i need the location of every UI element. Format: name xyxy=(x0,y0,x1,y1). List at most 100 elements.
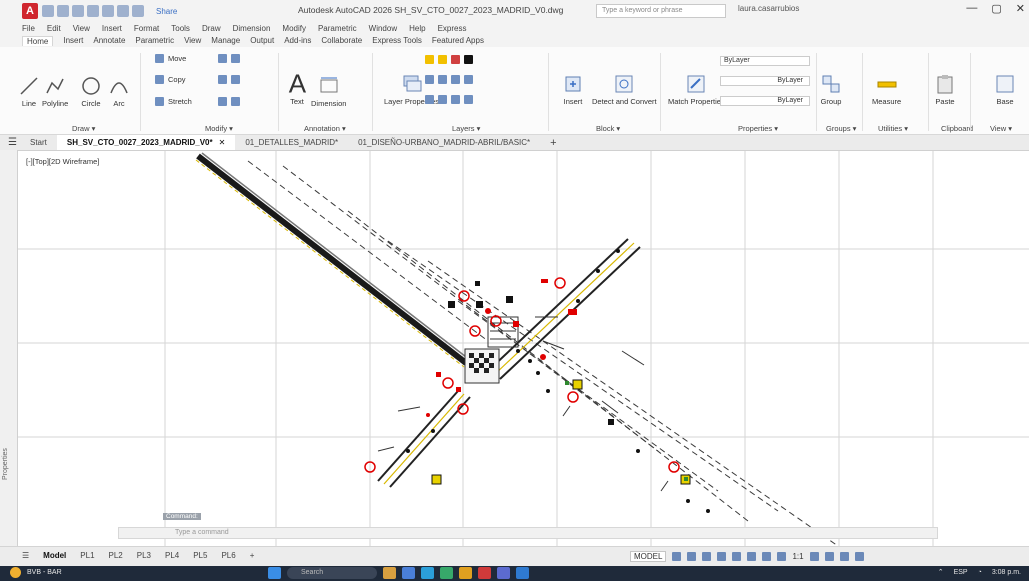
widgets-icon[interactable] xyxy=(383,567,396,579)
rotate-tool[interactable] xyxy=(218,54,240,63)
osnap-icon[interactable] xyxy=(732,552,742,561)
layout-tab-pl4[interactable]: PL4 xyxy=(165,551,179,560)
text-tool[interactable]: A Text xyxy=(284,69,310,106)
tab-collaborate[interactable]: Collaborate xyxy=(321,36,362,45)
undo-icon[interactable] xyxy=(117,5,129,17)
minimize-button[interactable]: — xyxy=(966,2,977,15)
view-panel-label[interactable]: View ▾ xyxy=(990,124,1012,133)
viewport-controls[interactable]: [-][Top][2D Wireframe] xyxy=(26,157,100,166)
command-line-input[interactable]: Type a command xyxy=(118,527,938,539)
layers-panel-label[interactable]: Layers ▾ xyxy=(452,124,480,133)
tab-annotate[interactable]: Annotate xyxy=(93,36,125,45)
outlook-icon[interactable] xyxy=(516,567,529,579)
tab-express-tools[interactable]: Express Tools xyxy=(372,36,422,45)
move-tool[interactable]: Move xyxy=(155,54,186,63)
properties-panel-label[interactable]: Properties ▾ xyxy=(738,124,778,133)
tab-parametric[interactable]: Parametric xyxy=(135,36,174,45)
snap-icon[interactable] xyxy=(687,552,697,561)
layer-tools-row-2[interactable] xyxy=(425,95,473,104)
draw-panel-label[interactable]: Draw ▾ xyxy=(72,124,95,133)
fullscreen-icon[interactable] xyxy=(839,552,849,561)
dimension-tool[interactable]: Dimension xyxy=(311,75,346,108)
block-panel-label[interactable]: Block ▾ xyxy=(596,124,620,133)
share-button[interactable]: Share xyxy=(156,7,177,16)
save-icon[interactable] xyxy=(72,5,84,17)
utilities-panel-label[interactable]: Utilities ▾ xyxy=(878,124,908,133)
menu-format[interactable]: Format xyxy=(134,24,159,33)
paste-tool[interactable]: Paste xyxy=(934,73,956,106)
clock[interactable]: 3:08 p.m. xyxy=(992,569,1021,576)
edge-icon[interactable] xyxy=(421,567,434,579)
customize-icon[interactable] xyxy=(854,552,864,561)
menu-express[interactable]: Express xyxy=(438,24,467,33)
menu-draw[interactable]: Draw xyxy=(202,24,221,33)
autocad-logo-icon[interactable]: A xyxy=(22,3,38,19)
layout-tab-pl6[interactable]: PL6 xyxy=(221,551,235,560)
measure-tool[interactable]: Measure xyxy=(872,73,901,106)
scale-tool[interactable] xyxy=(218,97,240,106)
taskbar-search[interactable]: Search xyxy=(287,567,377,579)
close-button[interactable]: ✕ xyxy=(1016,2,1025,15)
autocad-taskbar-icon[interactable] xyxy=(478,567,491,579)
stretch-tool[interactable]: Stretch xyxy=(155,97,192,106)
ortho-icon[interactable] xyxy=(702,552,712,561)
menu-modify[interactable]: Modify xyxy=(282,24,306,33)
menu-view[interactable]: View xyxy=(73,24,90,33)
match-properties-tool[interactable]: Match Properties xyxy=(668,73,725,106)
save-as-icon[interactable] xyxy=(87,5,99,17)
mirror-tool[interactable] xyxy=(218,75,240,84)
menu-insert[interactable]: Insert xyxy=(102,24,122,33)
menu-tools[interactable]: Tools xyxy=(171,24,190,33)
tab-featured-apps[interactable]: Featured Apps xyxy=(432,36,484,45)
menu-window[interactable]: Window xyxy=(369,24,397,33)
linetype-dropdown[interactable]: ByLayer xyxy=(720,76,810,86)
insert-block-tool[interactable]: Insert xyxy=(562,73,584,106)
menu-file[interactable]: File xyxy=(22,24,35,33)
tab-view[interactable]: View xyxy=(184,36,201,45)
polyline-tool[interactable]: Polyline xyxy=(42,75,68,108)
isolate-icon[interactable] xyxy=(824,552,834,561)
language-indicator[interactable]: ESP xyxy=(954,569,968,576)
file-explorer-icon[interactable] xyxy=(402,567,415,579)
layout-tab-model[interactable]: Model xyxy=(43,551,66,560)
menu-help[interactable]: Help xyxy=(409,24,425,33)
detect-convert-tool[interactable]: Detect and Convert xyxy=(592,73,657,106)
tab-home[interactable]: Home xyxy=(22,35,54,46)
line-tool[interactable]: Line xyxy=(18,75,40,108)
layout-tab-pl3[interactable]: PL3 xyxy=(137,551,151,560)
annotation-panel-label[interactable]: Annotation ▾ xyxy=(304,124,346,133)
modify-panel-label[interactable]: Modify ▾ xyxy=(205,124,233,133)
clipboard-panel-label[interactable]: Clipboard xyxy=(941,124,973,133)
annotation-scale-icon[interactable] xyxy=(777,552,787,561)
teams-icon[interactable] xyxy=(497,567,510,579)
hamburger-menu-icon[interactable]: ☰ xyxy=(8,137,20,148)
circle-tool[interactable]: Circle xyxy=(80,75,102,108)
menu-edit[interactable]: Edit xyxy=(47,24,61,33)
copy-tool[interactable]: Copy xyxy=(155,75,186,84)
otrack-icon[interactable] xyxy=(747,552,757,561)
plot-icon[interactable] xyxy=(102,5,114,17)
properties-palette-strip[interactable]: Properties xyxy=(0,150,18,546)
arc-tool[interactable]: Arc xyxy=(108,75,130,108)
close-tab-icon[interactable]: ✕ xyxy=(219,138,226,147)
lineweight-icon[interactable] xyxy=(762,552,772,561)
base-view-tool[interactable]: Base xyxy=(994,73,1016,106)
wifi-icon[interactable]: ◔ xyxy=(978,569,982,576)
layout-menu-icon[interactable]: ☰ xyxy=(22,551,29,560)
chevron-up-icon[interactable]: ⌃ xyxy=(938,568,944,576)
group-tool[interactable]: Group xyxy=(820,73,842,106)
color-dropdown[interactable]: ByLayer xyxy=(720,56,810,66)
add-layout-button[interactable]: + xyxy=(250,551,255,560)
annotation-scale-value[interactable]: 1:1 xyxy=(792,552,803,561)
lineweight-dropdown[interactable]: ByLayer xyxy=(720,96,810,106)
new-file-icon[interactable] xyxy=(42,5,54,17)
taskbar-weather[interactable]: BVB - BAR xyxy=(10,567,62,578)
groups-panel-label[interactable]: Groups ▾ xyxy=(826,124,856,133)
tab-add-ins[interactable]: Add-ins xyxy=(284,36,311,45)
model-space-toggle[interactable]: MODEL xyxy=(630,551,667,562)
store-icon[interactable] xyxy=(440,567,453,579)
layout-tab-pl1[interactable]: PL1 xyxy=(80,551,94,560)
start-icon[interactable] xyxy=(268,567,281,579)
layer-tools-row[interactable] xyxy=(425,75,473,84)
layout-tab-pl2[interactable]: PL2 xyxy=(109,551,123,560)
